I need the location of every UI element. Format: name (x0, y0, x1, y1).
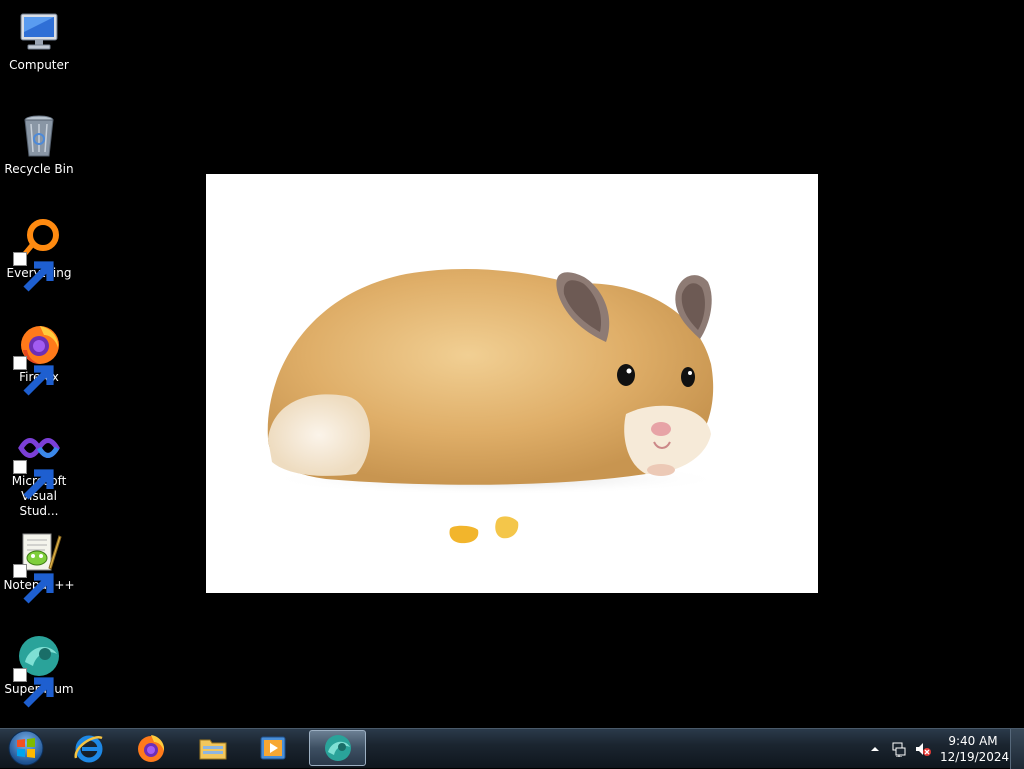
desktop-icon-label: Recycle Bin (4, 162, 74, 176)
taskbar-firefox-button[interactable] (124, 730, 178, 766)
supermium-icon (324, 735, 351, 761)
clock-time: 9:40 AM (948, 734, 998, 748)
desktop: Computer Recycle Bin Everything Firefox … (0, 0, 1024, 728)
firefox-icon (13, 320, 63, 396)
shortcut-arrow-icon (13, 356, 54, 396)
desktop-icon-firefox[interactable]: Firefox (2, 320, 76, 396)
desktop-icon-supermium[interactable]: Supermium (2, 632, 76, 708)
notepad-plus-plus-icon (13, 528, 63, 604)
recycle-bin-icon (15, 112, 63, 160)
start-button[interactable] (4, 730, 48, 766)
internet-explorer-icon (74, 735, 103, 763)
clock[interactable]: 9:40 AM 12/19/2024 (940, 733, 1010, 765)
supermium-icon (13, 632, 63, 708)
volume-muted-icon (916, 743, 931, 756)
everything-icon (13, 216, 63, 292)
show-hidden-icons-button[interactable] (867, 741, 883, 757)
media-player-icon (260, 736, 286, 760)
computer-icon (15, 8, 63, 56)
taskbar-file-explorer-button[interactable] (186, 730, 240, 766)
show-desktop-button[interactable] (1010, 729, 1024, 769)
firefox-icon (138, 735, 165, 762)
file-explorer-icon (199, 739, 227, 760)
shortcut-arrow-icon (13, 252, 54, 292)
taskbar-media-player-button[interactable] (246, 730, 300, 766)
desktop-icon-everything[interactable]: Everything (2, 216, 76, 292)
visual-studio-icon (13, 424, 63, 500)
desktop-icon-label: Computer (9, 58, 69, 72)
windows-start-orb-icon (8, 730, 44, 766)
volume-tray-button[interactable] (915, 741, 931, 757)
desktop-icon-recycle-bin[interactable]: Recycle Bin (2, 112, 76, 177)
desktop-icon-visual-studio[interactable]: Microsoft Visual Stud... (2, 424, 76, 519)
show-hidden-icons-icon (871, 747, 879, 751)
taskbar-internet-explorer-button[interactable] (62, 730, 116, 766)
wallpaper-hamster-photo (206, 174, 818, 593)
network-tray-button[interactable] (891, 741, 907, 757)
shortcut-arrow-icon (13, 460, 54, 500)
shortcut-arrow-icon (13, 564, 54, 604)
shortcut-arrow-icon (13, 668, 54, 708)
network-icon (892, 742, 906, 757)
taskbar: 9:40 AM 12/19/2024 (0, 728, 1024, 769)
clock-date: 12/19/2024 (940, 750, 1010, 764)
taskbar-supermium-button[interactable] (309, 730, 366, 766)
desktop-icon-notepad-plus-plus[interactable]: Notepad++ (2, 528, 76, 604)
desktop-icon-computer[interactable]: Computer (2, 8, 76, 73)
